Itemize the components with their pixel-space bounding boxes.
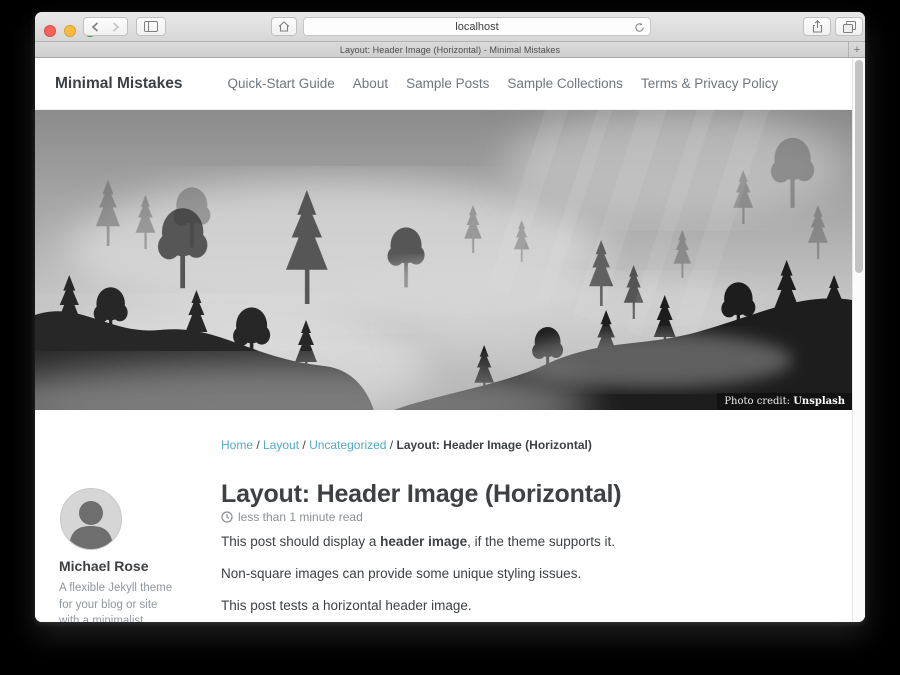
nav-item-sample-posts[interactable]: Sample Posts: [406, 76, 489, 91]
home-button[interactable]: [271, 17, 297, 36]
photo-credit-label: Photo credit:: [724, 396, 793, 407]
breadcrumb-layout-link[interactable]: Layout: [263, 438, 299, 452]
nav-item-about[interactable]: About: [353, 76, 388, 91]
nav-item-terms-privacy[interactable]: Terms & Privacy Policy: [641, 76, 778, 91]
minimize-window-button[interactable]: [64, 25, 76, 37]
active-tab[interactable]: Layout: Header Image (Horizontal) - Mini…: [340, 45, 560, 55]
sidebar-toggle-button[interactable]: [136, 17, 166, 36]
masthead: Minimal Mistakes Quick-Start Guide About…: [35, 58, 852, 110]
clock-icon: [221, 511, 233, 523]
paragraph-bold-text: header image: [380, 534, 467, 549]
scrollbar-thumb[interactable]: [855, 60, 863, 273]
url-text: localhost: [455, 21, 498, 33]
breadcrumb-uncategorized-link[interactable]: Uncategorized: [309, 438, 386, 452]
paragraph: This post tests a horizontal header imag…: [221, 598, 681, 613]
forward-button[interactable]: [105, 17, 128, 36]
paragraph-text: This post should display a: [221, 534, 380, 549]
tabs-icon: [843, 21, 856, 33]
page-content: Minimal Mistakes Quick-Start Guide About…: [35, 58, 865, 622]
chevron-right-icon: [112, 22, 120, 32]
breadcrumb-separator: /: [253, 438, 263, 452]
paragraph: This post should display a header image,…: [221, 534, 681, 549]
sidebar-icon: [144, 21, 158, 32]
photo-credit-badge: Photo credit: Unsplash: [717, 393, 852, 410]
nav-item-quick-start-guide[interactable]: Quick-Start Guide: [228, 76, 335, 91]
read-time: less than 1 minute read: [238, 510, 363, 524]
tab-overview-button[interactable]: [835, 17, 863, 36]
paragraph-text: , if the theme supports it.: [467, 534, 615, 549]
page-title: Layout: Header Image (Horizontal): [221, 480, 621, 509]
breadcrumb-current-page: Layout: Header Image (Horizontal): [396, 438, 591, 452]
close-window-button[interactable]: [44, 25, 56, 37]
browser-window: localhost Layout: Header Image (Horizont…: [35, 12, 865, 622]
breadcrumb: Home / Layout / Uncategorized / Layout: …: [221, 438, 592, 452]
nav-item-sample-collections[interactable]: Sample Collections: [507, 76, 623, 91]
address-bar[interactable]: localhost: [303, 17, 651, 36]
paragraph: Non-square images can provide some uniqu…: [221, 566, 681, 581]
chevron-left-icon: [91, 22, 99, 32]
author-avatar: [60, 488, 122, 550]
breadcrumb-home-link[interactable]: Home: [221, 438, 253, 452]
photo-credit-link[interactable]: Unsplash: [793, 396, 845, 407]
breadcrumb-separator: /: [299, 438, 309, 452]
foggy-forest-illustration: [35, 110, 852, 410]
tab-bar: Layout: Header Image (Horizontal) - Mini…: [35, 42, 865, 58]
author-bio: A flexible Jekyll theme for your blog or…: [59, 580, 177, 622]
new-tab-button[interactable]: +: [848, 42, 865, 57]
home-icon: [278, 21, 290, 32]
article-section: Home / Layout / Uncategorized / Layout: …: [35, 410, 852, 622]
page-scrollbar[interactable]: [852, 58, 865, 622]
breadcrumb-separator: /: [386, 438, 396, 452]
share-button[interactable]: [803, 17, 831, 36]
site-title-link[interactable]: Minimal Mistakes: [55, 75, 183, 93]
page-meta: less than 1 minute read: [221, 510, 363, 524]
share-icon: [812, 20, 823, 33]
browser-toolbar: localhost: [35, 12, 865, 42]
refresh-icon[interactable]: [634, 21, 645, 34]
primary-nav: Quick-Start Guide About Sample Posts Sam…: [228, 76, 779, 91]
back-button[interactable]: [83, 17, 106, 36]
author-name: Michael Rose: [59, 558, 148, 574]
header-image: Photo credit: Unsplash: [35, 110, 852, 410]
